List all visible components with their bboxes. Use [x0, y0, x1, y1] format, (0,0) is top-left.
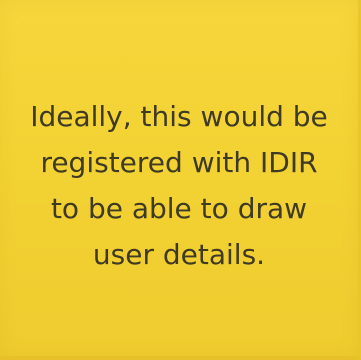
sticky-note: Ideally, this would be registered with I…: [0, 0, 361, 360]
sticky-note-text: Ideally, this would be registered with I…: [30, 100, 328, 271]
